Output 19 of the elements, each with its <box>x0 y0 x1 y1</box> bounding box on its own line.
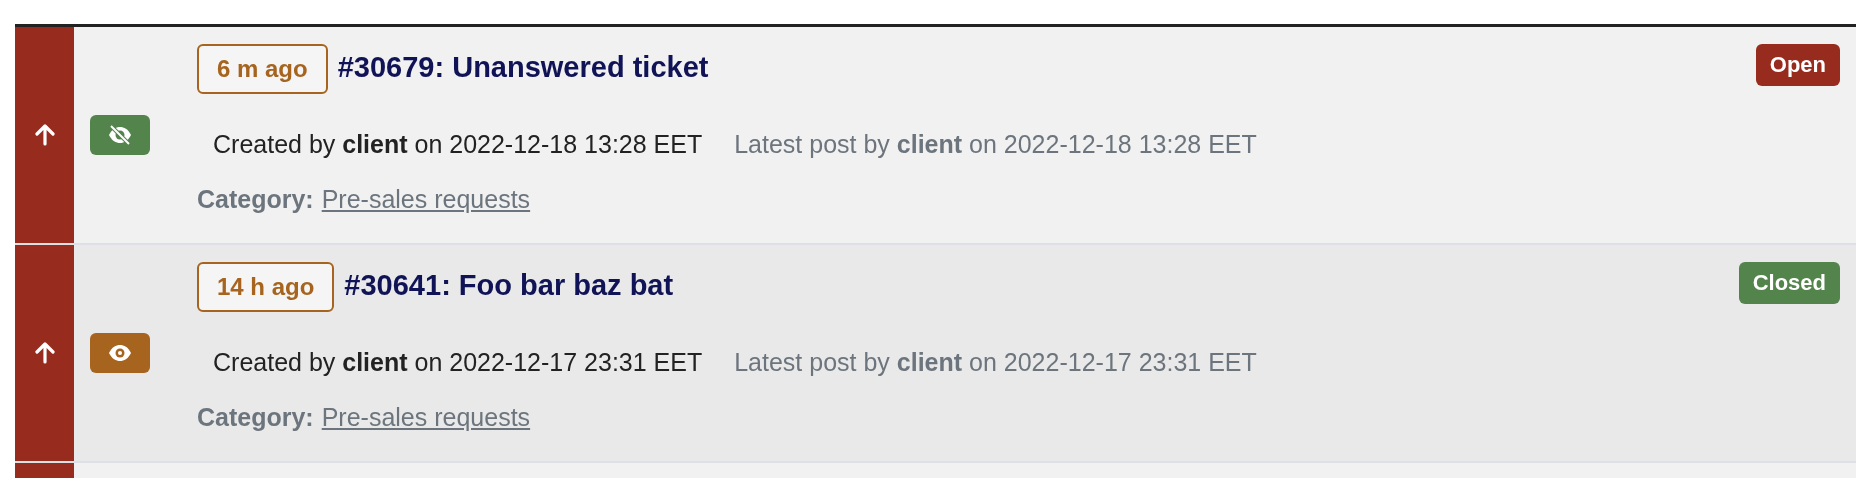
age-badge: 6 m ago <box>197 44 328 94</box>
age-badge: 14 h ago <box>197 262 335 312</box>
visibility-badge[interactable] <box>90 115 150 155</box>
category-link[interactable]: Pre-sales requests <box>321 403 531 432</box>
created-info: Created by client on 2022-12-18 13:28 EET <box>213 130 703 159</box>
up-arrow-icon <box>34 342 55 364</box>
latest-post-info: Latest post by client on 2022-12-17 23:31 EET <box>734 348 1257 377</box>
created-info: Created by client on 2022-12-17 23:31 EET <box>213 348 703 377</box>
priority-strip <box>15 463 74 478</box>
status-badge: Closed <box>1738 262 1840 304</box>
category-label: Category: <box>197 403 314 432</box>
latest-post-info: Latest post by client on 2022-12-18 13:28 EET <box>734 130 1257 159</box>
ticket-title-link[interactable]: #30641: Foo bar baz bat <box>344 269 674 302</box>
status-badge: Open <box>1755 44 1840 86</box>
up-arrow-icon <box>34 124 55 146</box>
category-label: Category: <box>197 185 314 214</box>
ticket-title-link[interactable]: #30679: Unanswered ticket <box>337 51 709 84</box>
category-link[interactable]: Pre-sales requests <box>321 185 531 214</box>
visibility-badge[interactable] <box>90 333 150 373</box>
